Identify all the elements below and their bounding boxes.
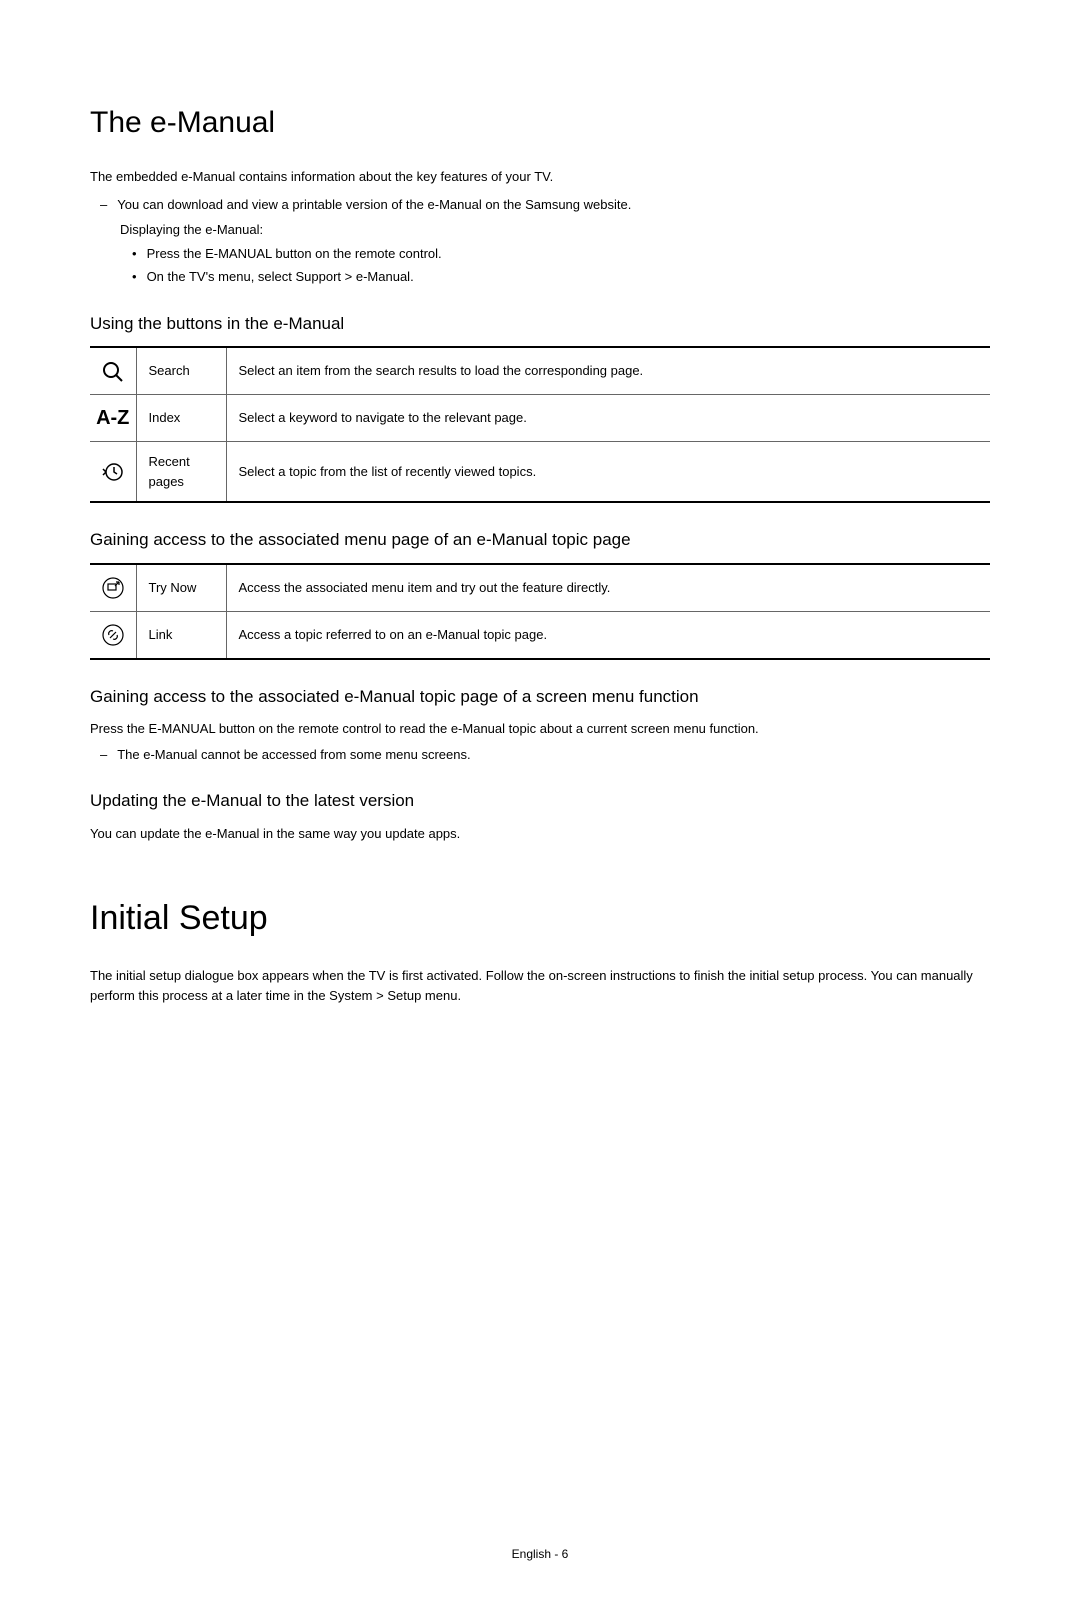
p6-gt: > (373, 988, 388, 1003)
buttons-table: Search Select an item from the search re… (90, 346, 990, 503)
note-cannot-access-text: The e-Manual cannot be accessed from som… (117, 745, 470, 765)
bullet-menu-select: On the TV's menu, select Support > e-Man… (132, 267, 990, 287)
heading-gaining-access-menu: Gaining access to the associated menu pa… (90, 527, 990, 553)
initial-setup-text: The initial setup dialogue box appears w… (90, 966, 990, 1005)
heading-updating: Updating the e-Manual to the latest vers… (90, 788, 990, 814)
bullet2-dot: . (410, 269, 414, 284)
menu-support: Support (296, 269, 342, 284)
emanual-intro: The embedded e-Manual contains informati… (90, 167, 990, 187)
bullet-press-emanual: Press the E-MANUAL button on the remote … (132, 244, 990, 264)
updating-text: You can update the e-Manual in the same … (90, 824, 990, 844)
page-footer: English - 6 (90, 1545, 990, 1563)
bullet1-post: button on the remote control. (272, 246, 442, 261)
recent-icon (90, 442, 136, 503)
menu-system: System (329, 988, 372, 1003)
menu-emanual: e-Manual (356, 269, 410, 284)
p4-pre: Press the (90, 721, 149, 736)
p6-pre: The initial setup dialogue box appears w… (90, 968, 973, 1003)
displaying-emanual-label: Displaying the e-Manual: (120, 220, 990, 240)
index-label: Index (136, 395, 226, 442)
bullet1-pre: Press the (147, 246, 206, 261)
bullet2-gt: > (341, 269, 356, 284)
search-icon (90, 347, 136, 395)
press-emanual-text: Press the E-MANUAL button on the remote … (90, 719, 990, 739)
note-cannot-access: The e-Manual cannot be accessed from som… (100, 745, 990, 765)
trynow-desc: Access the associated menu item and try … (226, 564, 990, 612)
p6-post: menu. (421, 988, 461, 1003)
p4-post: button on the remote control to read the… (215, 721, 758, 736)
bullet2-pre: On the TV's menu, select (147, 269, 296, 284)
index-desc: Select a keyword to navigate to the rele… (226, 395, 990, 442)
table-row: Link Access a topic referred to on an e-… (90, 611, 990, 659)
search-label: Search (136, 347, 226, 395)
trynow-icon (90, 564, 136, 612)
trynow-label: Try Now (136, 564, 226, 612)
index-icon: A-Z (90, 395, 136, 442)
heading-using-buttons: Using the buttons in the e-Manual (90, 311, 990, 337)
access-table: Try Now Access the associated menu item … (90, 563, 990, 660)
section-title-initial-setup: Initial Setup (90, 893, 990, 944)
recent-desc: Select a topic from the list of recently… (226, 442, 990, 503)
recent-label: Recent pages (136, 442, 226, 503)
link-label: Link (136, 611, 226, 659)
search-desc: Select an item from the search results t… (226, 347, 990, 395)
emanual-button-ref: E-MANUAL (205, 246, 272, 261)
heading-gaining-access-emanual: Gaining access to the associated e-Manua… (90, 684, 990, 710)
table-row: Search Select an item from the search re… (90, 347, 990, 395)
note-download-text: You can download and view a printable ve… (117, 195, 631, 215)
link-desc: Access a topic referred to on an e-Manua… (226, 611, 990, 659)
note-download: You can download and view a printable ve… (100, 195, 990, 215)
section-title-emanual: The e-Manual (90, 100, 990, 145)
emanual-button-ref-2: E-MANUAL (149, 721, 216, 736)
menu-setup: Setup (387, 988, 421, 1003)
table-row: Try Now Access the associated menu item … (90, 564, 990, 612)
table-row: Recent pages Select a topic from the lis… (90, 442, 990, 503)
table-row: A-Z Index Select a keyword to navigate t… (90, 395, 990, 442)
link-icon (90, 611, 136, 659)
